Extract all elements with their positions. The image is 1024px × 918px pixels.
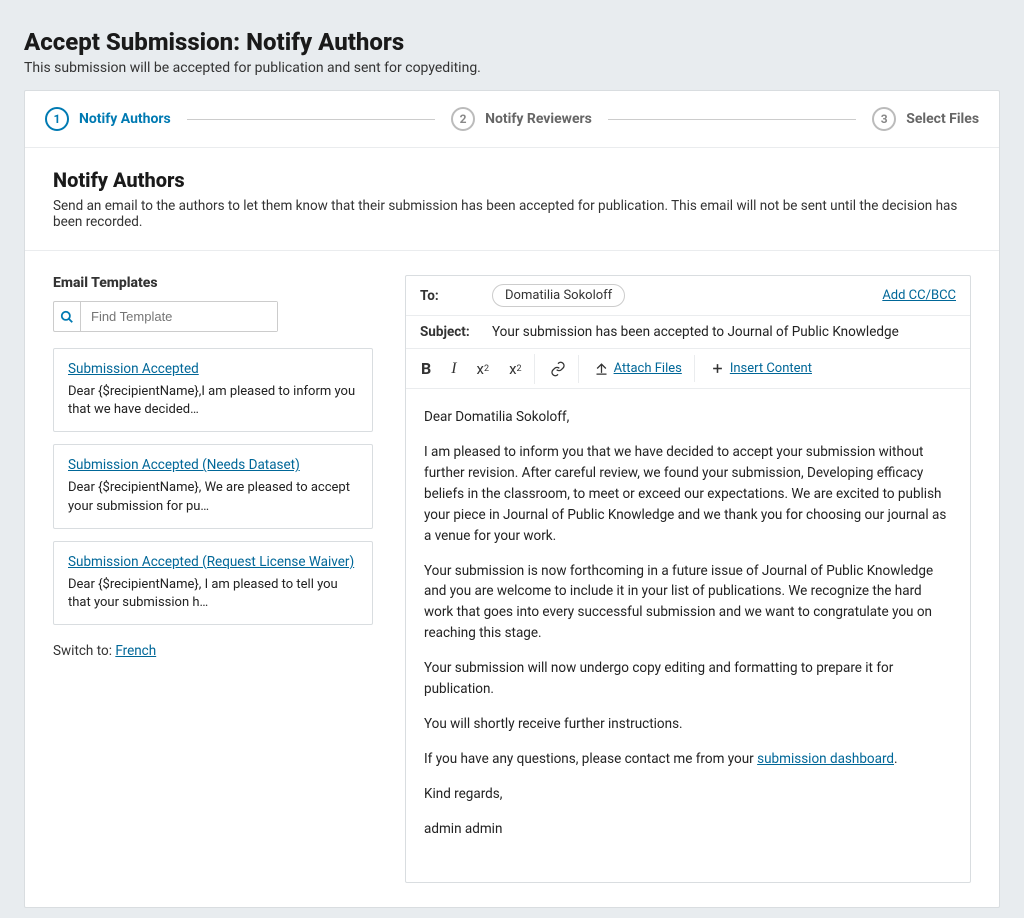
page-subtitle: This submission will be accepted for pub… [24, 60, 1000, 76]
template-preview: Dear {$recipientName}, We are pleased to… [68, 479, 358, 515]
search-icon [54, 302, 81, 331]
template-title[interactable]: Submission Accepted [68, 361, 199, 377]
insert-content-label[interactable]: Insert Content [730, 361, 812, 376]
to-row: To: Domatilia Sokoloff Add CC/BCC [406, 276, 970, 316]
template-preview: Dear {$recipientName},I am pleased to in… [68, 383, 358, 419]
body-paragraph: admin admin [424, 819, 952, 840]
section-desc: Send an email to the authors to let them… [53, 198, 971, 230]
page-title: Accept Submission: Notify Authors [24, 28, 1000, 56]
main-card: 1 Notify Authors 2 Notify Reviewers 3 Se… [24, 90, 1000, 908]
section-heading: Notify Authors [53, 168, 971, 192]
template-title[interactable]: Submission Accepted (Request License Wai… [68, 554, 354, 570]
editor-toolbar: B I x2 x2 Attach Files Ins [406, 349, 970, 389]
link-button[interactable] [541, 355, 579, 383]
language-switch: Switch to: French [53, 643, 373, 659]
template-item[interactable]: Submission Accepted (Needs Dataset) Dear… [53, 444, 373, 528]
template-search[interactable] [53, 301, 278, 332]
template-title[interactable]: Submission Accepted (Needs Dataset) [68, 457, 300, 473]
template-item[interactable]: Submission Accepted Dear {$recipientName… [53, 348, 373, 432]
body-paragraph: If you have any questions, please contac… [424, 749, 952, 770]
insert-content-button[interactable]: Insert Content [701, 355, 821, 382]
step-label: Notify Authors [79, 111, 171, 127]
switch-lang-link[interactable]: French [115, 643, 156, 659]
switch-label: Switch to: [53, 643, 112, 659]
step-label: Select Files [906, 111, 979, 127]
section-intro: Notify Authors Send an email to the auth… [25, 148, 999, 251]
dashboard-link[interactable]: submission dashboard [757, 751, 894, 767]
step-notify-reviewers[interactable]: 2 Notify Reviewers [451, 107, 592, 131]
recipient-chip[interactable]: Domatilia Sokoloff [492, 284, 625, 307]
template-item[interactable]: Submission Accepted (Request License Wai… [53, 541, 373, 625]
add-cc-link[interactable]: Add CC/BCC [882, 288, 956, 303]
template-preview: Dear {$recipientName}, I am pleased to t… [68, 576, 358, 612]
step-separator [187, 119, 435, 120]
body-paragraph: Your submission will now undergo copy ed… [424, 658, 952, 700]
email-body[interactable]: Dear Domatilia Sokoloff, I am pleased to… [406, 389, 970, 882]
italic-button[interactable]: I [442, 354, 465, 384]
subject-input[interactable]: Your submission has been accepted to Jou… [492, 324, 899, 340]
bold-button[interactable]: B [412, 353, 440, 384]
subject-label: Subject: [420, 324, 480, 340]
body-paragraph: Dear Domatilia Sokoloff, [424, 407, 952, 428]
attach-files-button[interactable]: Attach Files [585, 355, 695, 382]
step-select-files[interactable]: 3 Select Files [872, 107, 979, 131]
email-composer: To: Domatilia Sokoloff Add CC/BCC Subjec… [405, 275, 971, 883]
subject-row: Subject: Your submission has been accept… [406, 316, 970, 349]
step-number: 3 [872, 107, 896, 131]
step-notify-authors[interactable]: 1 Notify Authors [45, 107, 171, 131]
body-paragraph: Your submission is now forthcoming in a … [424, 561, 952, 645]
step-label: Notify Reviewers [485, 111, 592, 127]
superscript-button[interactable]: x2 [468, 354, 499, 384]
step-number: 1 [45, 107, 69, 131]
templates-heading: Email Templates [53, 275, 373, 291]
to-label: To: [420, 288, 480, 304]
subscript-button[interactable]: x2 [500, 354, 535, 384]
page-header: Accept Submission: Notify Authors This s… [24, 10, 1000, 90]
search-input[interactable] [81, 302, 277, 331]
step-separator [608, 119, 856, 120]
templates-panel: Email Templates Submission Accepted Dear… [53, 275, 373, 883]
step-number: 2 [451, 107, 475, 131]
body-paragraph: Kind regards, [424, 784, 952, 805]
body-paragraph: I am pleased to inform you that we have … [424, 442, 952, 547]
body-paragraph: You will shortly receive further instruc… [424, 714, 952, 735]
stepper: 1 Notify Authors 2 Notify Reviewers 3 Se… [25, 91, 999, 148]
attach-files-label[interactable]: Attach Files [614, 361, 682, 376]
